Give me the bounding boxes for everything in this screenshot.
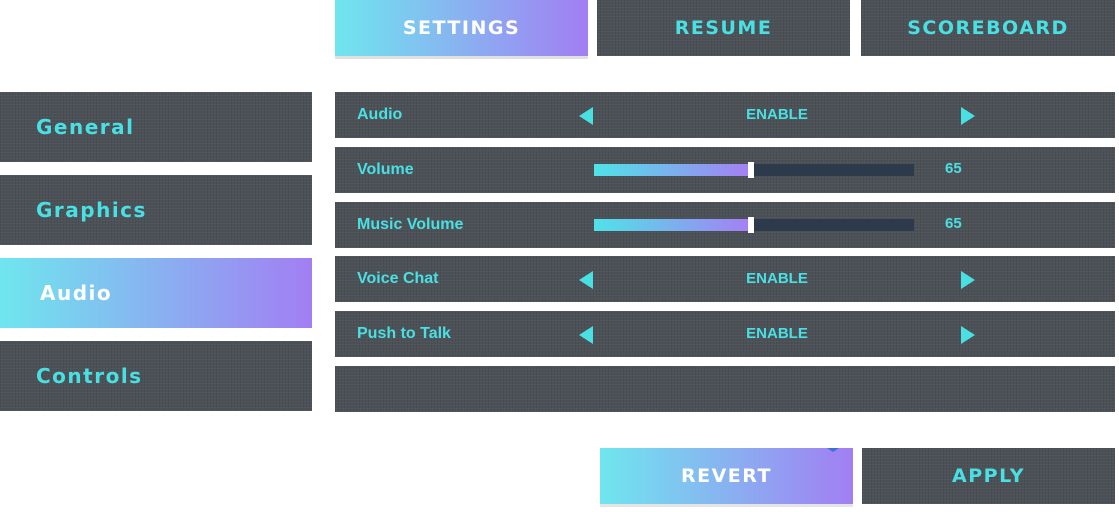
arrow-right-icon[interactable] — [961, 271, 975, 289]
setting-label: Audio — [357, 106, 403, 123]
setting-label: Voice Chat — [357, 270, 439, 287]
sidebar-item-controls[interactable]: Controls — [0, 341, 312, 411]
arrow-right-icon[interactable] — [961, 107, 975, 125]
sidebar-item-label: General — [36, 115, 135, 139]
setting-row-audio: Audio ENABLE — [335, 92, 1115, 138]
sidebar-item-audio[interactable]: Audio — [0, 258, 312, 328]
volume-slider[interactable] — [594, 162, 914, 178]
apply-button[interactable]: APPLY — [862, 448, 1115, 504]
slider-fill — [594, 164, 751, 176]
revert-label: REVERT — [680, 465, 773, 487]
setting-row-push-to-talk: Push to Talk ENABLE — [335, 311, 1115, 357]
option-value: ENABLE — [746, 106, 808, 123]
slider-handle[interactable] — [747, 217, 754, 233]
slider-fill — [594, 219, 751, 231]
setting-row-volume: Volume 65 — [335, 147, 1115, 193]
tab-settings[interactable]: SETTINGS — [335, 0, 588, 56]
sidebar-item-label: Audio — [40, 281, 113, 305]
music-volume-slider[interactable] — [594, 217, 914, 233]
arrow-right-icon[interactable] — [961, 326, 975, 344]
arrow-left-icon[interactable] — [579, 107, 593, 125]
setting-label: Volume — [357, 161, 414, 178]
slider-value: 65 — [945, 215, 962, 232]
option-value: ENABLE — [746, 270, 808, 287]
slider-handle[interactable] — [747, 162, 754, 178]
sidebar-item-label: Graphics — [36, 198, 147, 222]
slider-value: 65 — [945, 160, 962, 177]
setting-label: Push to Talk — [357, 325, 451, 342]
option-value: ENABLE — [746, 325, 808, 342]
setting-label: Music Volume — [357, 216, 464, 233]
setting-row-empty — [335, 366, 1115, 412]
sidebar-item-general[interactable]: General — [0, 92, 312, 162]
arrow-left-icon[interactable] — [579, 326, 593, 344]
setting-row-music-volume: Music Volume 65 — [335, 202, 1115, 248]
arrow-left-icon[interactable] — [579, 271, 593, 289]
sidebar-item-label: Controls — [36, 364, 143, 388]
sidebar-item-graphics[interactable]: Graphics — [0, 175, 312, 245]
corner-accent — [827, 448, 839, 452]
tab-resume[interactable]: RESUME — [597, 0, 850, 56]
tab-scoreboard[interactable]: SCOREBOARD — [861, 0, 1115, 56]
setting-row-voice-chat: Voice Chat ENABLE — [335, 256, 1115, 302]
apply-label: APPLY — [952, 465, 1025, 487]
revert-button[interactable]: REVERT — [600, 448, 853, 504]
